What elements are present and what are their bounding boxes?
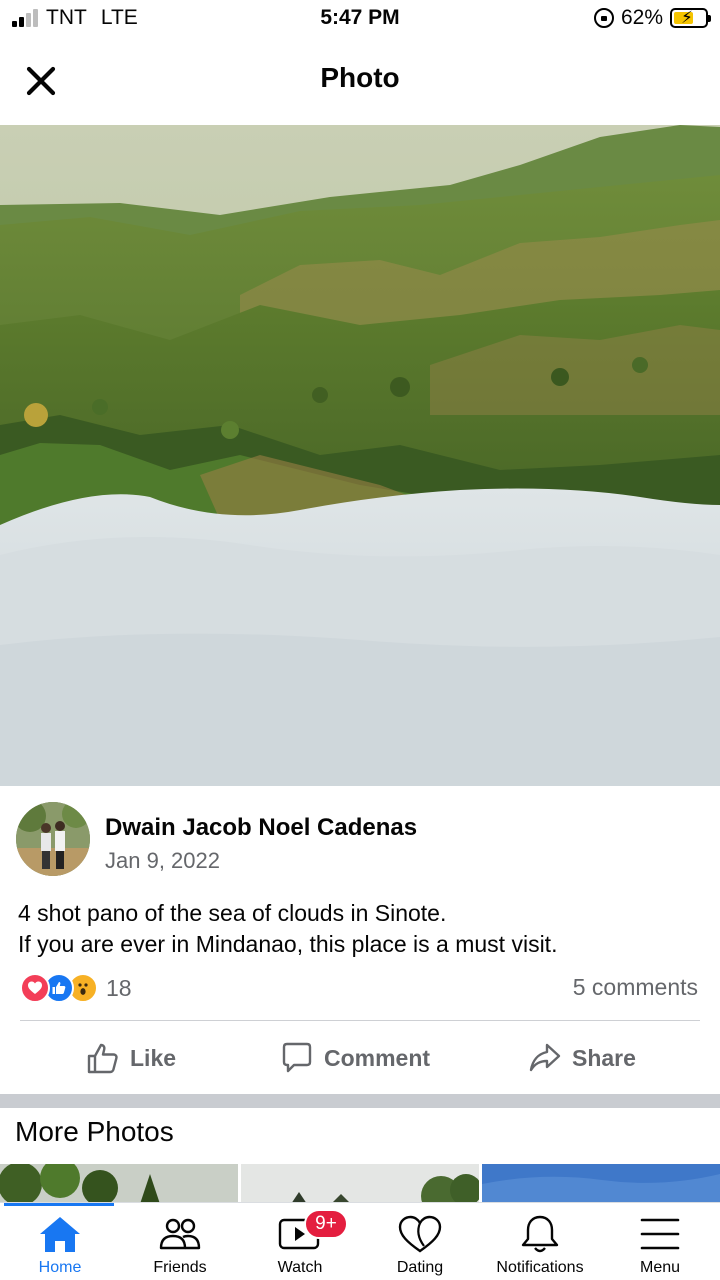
orientation-lock-icon [593,8,614,28]
home-icon [0,1213,120,1255]
bottom-tab-bar: Home Friends 9+ Watch Dating Notificatio… [0,1202,720,1280]
photo-thumbnail[interactable] [241,1164,479,1204]
comment-icon [282,1042,312,1073]
tab-label: Watch [277,1259,323,1276]
battery-icon: ⚡ [670,8,711,28]
post-actions: Like Comment Share [0,1036,720,1080]
tab-home[interactable]: Home [0,1203,120,1280]
thumbs-up-icon [87,1043,118,1074]
thumbnail-image [482,1164,720,1204]
post-author-name[interactable]: Dwain Jacob Noel Cadenas [105,814,417,842]
friends-icon [120,1213,240,1255]
tab-watch[interactable]: 9+ Watch [240,1203,360,1280]
post-date[interactable]: Jan 9, 2022 [105,848,220,874]
dating-icon [360,1213,480,1255]
tab-label: Menu [639,1259,681,1276]
share-button[interactable]: Share [528,1036,636,1080]
charging-bolt-icon: ⚡ [681,8,693,27]
caption-line-2: If you are ever in Mindanao, this place … [18,931,558,957]
share-icon [529,1043,561,1072]
like-label: Like [130,1044,177,1071]
thumbnail-image [241,1164,479,1204]
tab-menu[interactable]: Menu [600,1203,720,1280]
comment-button[interactable]: Comment [280,1036,430,1080]
battery-percent: 62% [620,6,663,29]
caption-line-1: 4 shot pano of the sea of clouds in Sino… [18,900,447,926]
tab-label: Home [38,1259,82,1276]
photo-thumbnail[interactable] [0,1164,238,1204]
avatar-image [16,802,90,876]
tab-label: Friends [153,1259,207,1276]
photo-thumbnail[interactable] [482,1164,720,1204]
status-right: 62% ⚡ [593,6,711,30]
bell-icon [480,1213,600,1255]
watch-badge: 9+ [304,1209,348,1239]
divider [20,1020,700,1021]
comments-count[interactable]: 5 comments [573,974,698,1001]
more-photos-title: More Photos [15,1116,174,1147]
more-photos-strip [0,1164,720,1204]
photo-header: Photo [0,40,720,124]
thumbnail-image [0,1164,238,1204]
menu-icon [600,1213,720,1255]
reaction-count: 18 [106,974,132,1001]
comment-label: Comment [324,1044,431,1071]
photo-viewer-screen: TNT LTE 5:47 PM 62% ⚡ Photo Dwain Jacob … [0,0,720,1280]
love-reaction-icon [20,973,50,1003]
tab-friends[interactable]: Friends [120,1203,240,1280]
avatar[interactable] [16,802,90,876]
post-caption: 4 shot pano of the sea of clouds in Sino… [18,898,557,960]
post-photo[interactable] [0,125,720,786]
reactions-summary[interactable]: 18 [20,972,132,1004]
tab-label: Dating [396,1259,444,1276]
close-icon [26,66,56,96]
tab-label: Notifications [496,1259,584,1276]
close-button[interactable] [18,58,64,104]
post-details: Dwain Jacob Noel Cadenas Jan 9, 2022 4 s… [0,786,720,1094]
like-button[interactable]: Like [86,1036,176,1080]
page-title: Photo [320,62,400,93]
section-separator [0,1094,720,1108]
status-bar: TNT LTE 5:47 PM 62% ⚡ [0,0,720,40]
tab-notifications[interactable]: Notifications [480,1203,600,1280]
landscape-photo-image [0,125,720,786]
tab-dating[interactable]: Dating [360,1203,480,1280]
share-label: Share [572,1044,636,1071]
